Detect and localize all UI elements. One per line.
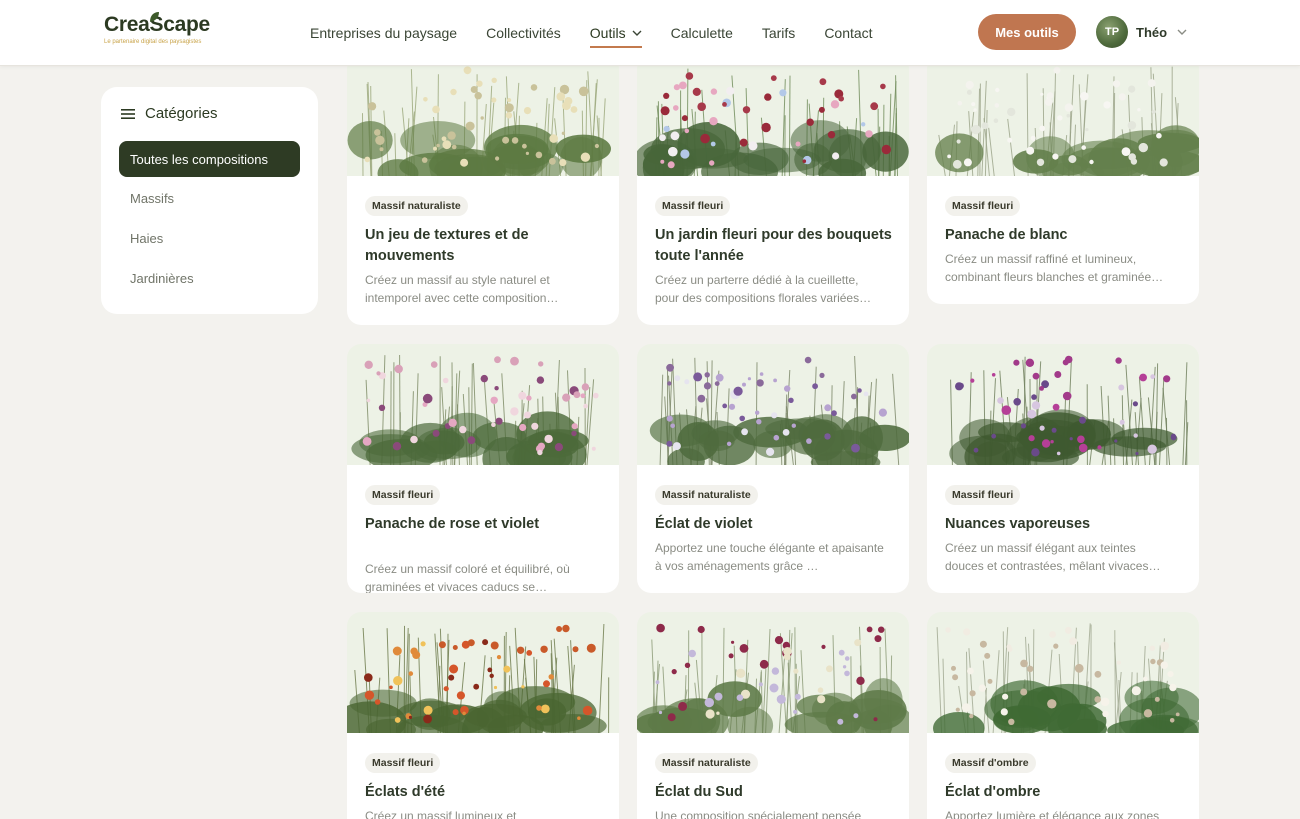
card-description: Créez un massif lumineux et: [365, 809, 517, 819]
nav-label: Tarifs: [761, 25, 796, 41]
menu-icon: [121, 108, 135, 119]
card-title: Un jardin fleuri pour des bouquets toute…: [655, 227, 892, 264]
card-title: Panache de rose et violet: [365, 516, 540, 532]
category-badge: Massif fleuri: [945, 196, 1021, 216]
card-title: Nuances vaporeuses: [945, 516, 1091, 532]
composition-illustration: [927, 612, 1199, 733]
sidebar-title: Catégories: [121, 105, 218, 122]
card-title: Panache de blanc: [945, 227, 1068, 243]
composition-card[interactable]: Massif naturaliste Un jeu de textures et …: [347, 55, 619, 325]
card-description: Créez un massif coloré et équilibré, où …: [365, 562, 570, 593]
main-nav: Entreprises du paysage Collectivités Out…: [310, 0, 902, 66]
logo-wordmark: CreaScape: [104, 13, 210, 36]
nav-outils[interactable]: Outils: [589, 0, 642, 66]
composition-illustration: [347, 612, 619, 733]
composition-card[interactable]: Massif d'ombre Éclat d'ombre Apportez lumi…: [927, 612, 1199, 819]
leaf-icon: [150, 12, 159, 22]
category-badge: Massif naturaliste: [655, 753, 758, 773]
category-haies[interactable]: Haies: [119, 220, 300, 256]
category-badge: Massif d'ombre: [945, 753, 1036, 773]
mes-outils-button[interactable]: Mes outils: [978, 14, 1076, 50]
chevron-down-icon: [632, 30, 642, 36]
avatar: TP: [1096, 16, 1128, 48]
composition-card[interactable]: Massif fleuri Panache de rose et violet Cr…: [347, 344, 619, 593]
nav-label: Calculette: [670, 25, 733, 41]
card-title: Éclat de violet: [655, 516, 753, 532]
card-description: Créez un parterre dédié à la cueillette,…: [655, 273, 872, 305]
card-title: Éclat du Sud: [655, 784, 743, 800]
nav-tarifs[interactable]: Tarifs: [762, 0, 795, 66]
composition-illustration: [637, 344, 909, 465]
top-navbar: CreaScape Le partenaire digital des pays…: [0, 0, 1300, 66]
user-menu[interactable]: TP Théo: [1096, 16, 1187, 48]
category-badge: Massif fleuri: [655, 196, 731, 216]
nav-label: Collectivités: [486, 25, 561, 41]
logo-tagline: Le partenaire digital des paysagistes: [104, 39, 202, 45]
card-title: Éclats d'été: [365, 784, 446, 800]
nav-collectivites[interactable]: Collectivités: [486, 0, 561, 66]
composition-illustration: [347, 344, 619, 465]
composition-illustration: [637, 612, 909, 733]
category-badge: Massif naturaliste: [365, 196, 468, 216]
composition-card[interactable]: Massif fleuri Panache de blanc Créez un ma…: [927, 55, 1199, 304]
card-description: Apportez une touche élégante et apaisant…: [655, 541, 884, 573]
creascape-logo[interactable]: CreaScape Le partenaire digital des pays…: [104, 12, 234, 53]
categories-sidebar: Catégories Toutes les compositions Massi…: [101, 87, 318, 314]
card-description: Une composition spécialement pensée: [655, 809, 862, 819]
sidebar-title-label: Catégories: [145, 105, 218, 122]
category-badge: Massif fleuri: [365, 753, 441, 773]
composition-illustration: [637, 55, 909, 176]
composition-card[interactable]: Massif fleuri Un jardin fleuri pour des b…: [637, 55, 909, 325]
category-massifs[interactable]: Massifs: [119, 180, 300, 216]
card-description: Créez un massif raffiné et lumineux, com…: [945, 252, 1164, 284]
nav-contact[interactable]: Contact: [824, 0, 872, 66]
composition-illustration: [927, 55, 1199, 176]
card-description: Apportez lumière et élégance aux zones: [945, 809, 1160, 819]
category-badge: Massif naturaliste: [655, 485, 758, 505]
category-badge: Massif fleuri: [945, 485, 1021, 505]
category-jardinieres[interactable]: Jardinières: [119, 260, 300, 296]
composition-illustration: [927, 344, 1199, 465]
composition-card[interactable]: Massif fleuri Nuances vaporeuses Créez un …: [927, 344, 1199, 593]
nav-label: Contact: [824, 25, 873, 41]
card-description: Créez un massif élégant aux teintes douc…: [945, 541, 1161, 573]
composition-card[interactable]: Massif naturaliste Éclat du Sud Une compos…: [637, 612, 909, 819]
nav-label: Outils: [589, 25, 626, 41]
card-title: Un jeu de textures et de mouvements: [365, 227, 529, 264]
composition-card[interactable]: Massif naturaliste Éclat de violet Apporte…: [637, 344, 909, 593]
category-toutes[interactable]: Toutes les compositions: [119, 141, 300, 177]
nav-calculette[interactable]: Calculette: [671, 0, 733, 66]
composition-card[interactable]: Massif fleuri Éclats d'été Créez un massif…: [347, 612, 619, 819]
user-name: Théo: [1136, 24, 1168, 40]
chevron-down-icon: [1177, 29, 1187, 35]
composition-illustration: [347, 55, 619, 176]
nav-label: Entreprises du paysage: [310, 25, 458, 41]
nav-entreprises[interactable]: Entreprises du paysage: [310, 0, 457, 66]
category-badge: Massif fleuri: [365, 485, 441, 505]
card-title: Éclat d'ombre: [945, 784, 1041, 800]
card-description: Créez un massif au style naturel et inte…: [365, 273, 559, 305]
